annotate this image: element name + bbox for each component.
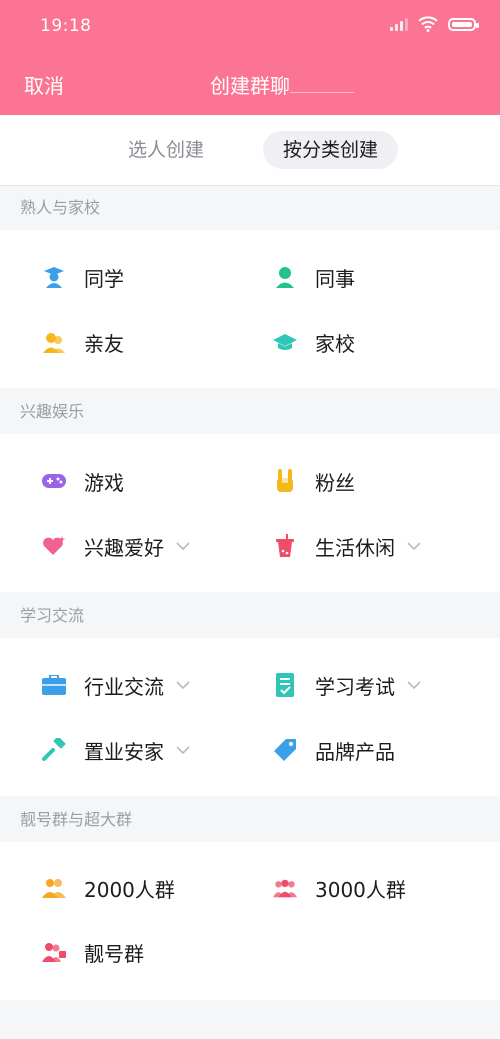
category-label: 学习考试	[315, 674, 395, 699]
drink-cup-icon	[273, 534, 297, 558]
category-item-colleagues[interactable]: 同事	[273, 257, 355, 297]
create-group-screen: 19:18 取消 创建群聊 选人创建 按分类创建 熟人与家校 同学 同事 亲友 …	[0, 0, 500, 1039]
chevron-down-icon[interactable]	[176, 678, 190, 692]
section-title: 靓号群与超大群	[20, 810, 133, 829]
heart-icon	[42, 534, 66, 558]
category-label: 置业安家	[84, 739, 164, 764]
rock-hand-icon	[273, 469, 297, 493]
section-header-learning: 学习交流	[0, 594, 500, 638]
section-title: 学习交流	[20, 606, 85, 625]
category-label: 游戏	[84, 470, 124, 495]
category-item-fans[interactable]: 粉丝	[273, 461, 355, 501]
briefcase-icon	[42, 673, 66, 697]
category-item-3000-group[interactable]: 3000人群	[273, 868, 406, 908]
status-time: 19:18	[40, 16, 92, 36]
category-label: 2000人群	[84, 877, 175, 902]
category-item-classmates[interactable]: 同学	[42, 257, 124, 297]
section-vip-groups: 2000人群 3000人群 靓号群	[0, 842, 500, 1000]
school-cap-icon	[273, 330, 297, 354]
category-label: 家校	[315, 331, 355, 356]
tab-by-category[interactable]: 按分类创建	[263, 131, 399, 169]
tab-select-people[interactable]: 选人创建	[108, 131, 224, 169]
category-label: 粉丝	[315, 470, 355, 495]
chevron-down-icon[interactable]	[176, 743, 190, 757]
category-item-home-school[interactable]: 家校	[273, 322, 355, 362]
create-mode-tabs: 选人创建 按分类创建	[0, 115, 500, 186]
category-item-friends-family[interactable]: 亲友	[42, 322, 124, 362]
category-label: 兴趣爱好	[84, 535, 164, 560]
group-3000-icon	[273, 876, 297, 900]
category-item-lifestyle[interactable]: 生活休闲	[273, 526, 421, 566]
category-label: 生活休闲	[315, 535, 395, 560]
category-item-hobbies[interactable]: 兴趣爱好	[42, 526, 190, 566]
group-2000-icon	[42, 876, 66, 900]
category-item-2000-group[interactable]: 2000人群	[42, 868, 175, 908]
student-icon	[42, 265, 66, 289]
section-title: 熟人与家校	[20, 198, 101, 217]
category-item-study-exam[interactable]: 学习考试	[273, 665, 421, 705]
category-label: 同学	[84, 266, 124, 291]
battery-icon	[448, 17, 479, 31]
chevron-down-icon[interactable]	[407, 539, 421, 553]
paint-roller-icon	[42, 738, 66, 762]
vip-group-icon	[42, 940, 66, 964]
friends-icon	[42, 330, 66, 354]
category-label: 靓号群	[84, 941, 144, 966]
chevron-down-icon[interactable]	[176, 539, 190, 553]
category-item-real-estate[interactable]: 置业安家	[42, 730, 190, 770]
category-item-industry[interactable]: 行业交流	[42, 665, 190, 705]
category-label: 同事	[315, 266, 355, 291]
category-item-games[interactable]: 游戏	[42, 461, 124, 501]
title-underline	[290, 92, 354, 93]
section-learning: 行业交流 学习考试 置业安家 品牌产品	[0, 638, 500, 796]
signal-icon	[390, 17, 408, 31]
header-bar: 19:18 取消 创建群聊	[0, 0, 500, 115]
section-acquaintances: 同学 同事 亲友 家校	[0, 230, 500, 388]
status-icons	[390, 16, 479, 32]
section-header-acquaintances: 熟人与家校	[0, 186, 500, 230]
category-item-brands[interactable]: 品牌产品	[273, 730, 395, 770]
category-label: 亲友	[84, 331, 124, 356]
bottom-spacer	[0, 1000, 500, 1039]
section-header-entertainment: 兴趣娱乐	[0, 390, 500, 434]
page-title: 创建群聊	[210, 74, 290, 98]
price-tag-icon	[273, 738, 297, 762]
category-label: 品牌产品	[315, 739, 395, 764]
section-header-vip-groups: 靓号群与超大群	[0, 798, 500, 842]
category-label: 行业交流	[84, 674, 164, 699]
exam-paper-icon	[273, 673, 297, 697]
chevron-down-icon[interactable]	[407, 678, 421, 692]
wifi-icon	[418, 16, 438, 32]
colleague-icon	[273, 265, 297, 289]
category-label: 3000人群	[315, 877, 406, 902]
section-entertainment: 游戏 粉丝 兴趣爱好 生活休闲	[0, 434, 500, 592]
gamepad-icon	[42, 469, 66, 493]
section-title: 兴趣娱乐	[20, 402, 85, 421]
category-item-vip-group[interactable]: 靓号群	[42, 932, 144, 972]
